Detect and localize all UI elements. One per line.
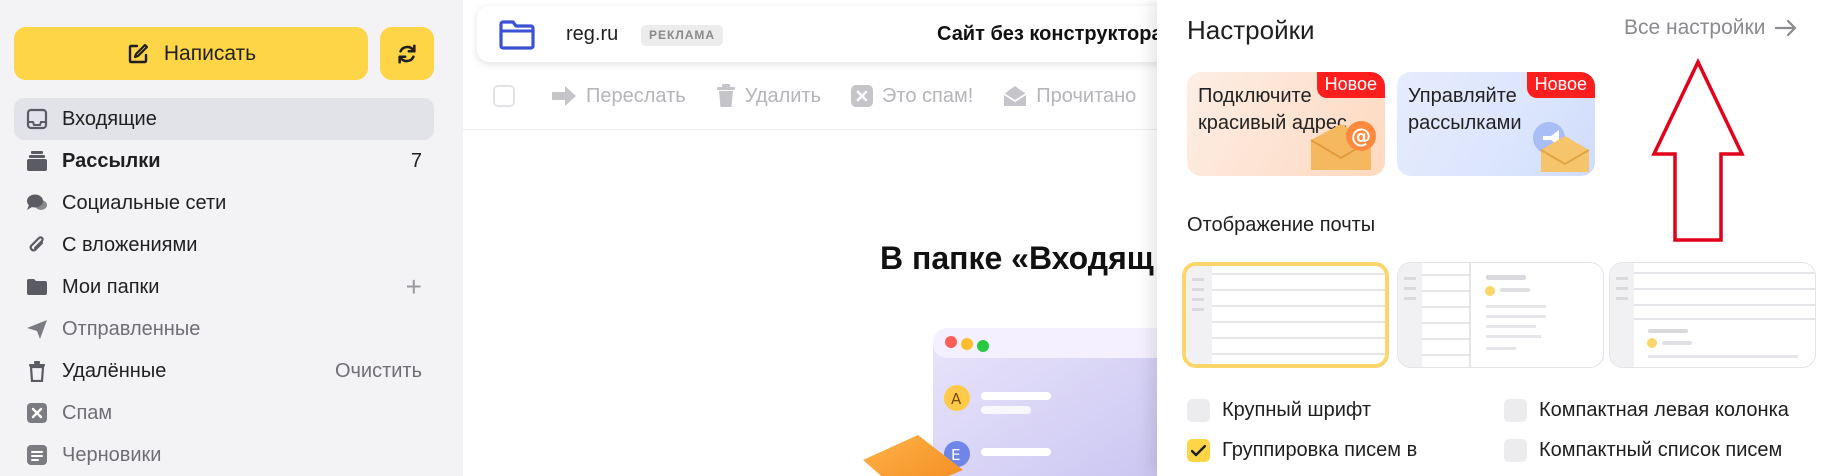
large-font-checkbox[interactable] [1187,399,1210,422]
folder-drafts[interactable]: Черновики [14,434,434,476]
folder-label: Отправленные [62,317,201,340]
sidebar: Написать Входящие Рассылки 7 Социальные … [0,0,463,476]
compact-list-checkbox[interactable] [1504,439,1527,462]
spam-label: Это спам! [882,84,974,107]
folder-my-folders[interactable]: Мои папки + [14,266,434,308]
promo-manage-newsletters[interactable]: Управляйте рассылками Новое [1397,72,1595,176]
folder-list: Входящие Рассылки 7 Социальные сети С вл… [14,98,434,476]
paperclip-icon [26,234,48,256]
svg-text:A: A [951,390,962,408]
option-label: Группировка писем в [1222,439,1418,461]
folder-label: Рассылки [62,149,161,172]
folder-spam[interactable]: Спам [14,392,434,434]
arrow-right-icon [1775,19,1797,37]
compact-left-checkbox[interactable] [1504,399,1527,422]
option-large-font[interactable]: Крупный шрифт [1187,399,1371,422]
folder-label: С вложениями [62,233,198,256]
checkmark-icon [1191,444,1206,456]
option-compact-left-column[interactable]: Компактная левая колонка [1504,399,1789,422]
folder-label: Черновики [62,443,162,466]
compose-label: Написать [163,41,257,65]
ad-banner[interactable]: reg.ru РЕКЛАМА Сайт без конструктора за [477,6,1257,62]
ad-domain[interactable]: reg.ru [566,23,618,46]
ad-text[interactable]: Сайт без конструктора за [937,23,1189,46]
delete-button[interactable]: Удалить [716,84,821,108]
unread-count: 7 [410,149,422,172]
spam-button[interactable]: Это спам! [851,85,973,108]
new-badge: Новое [1526,72,1595,98]
option-label: Компактная левая колонка [1539,399,1789,421]
folder-label: Удалённые [62,359,167,382]
folder-deleted[interactable]: Удалённые Очистить [14,350,434,392]
folder-icon [26,276,48,298]
sent-icon [26,318,48,340]
empty-illustration: A E [863,320,1183,476]
folder-attachments[interactable]: С вложениями [14,224,434,266]
folder-label: Входящие [62,107,157,130]
all-settings-label: Все настройки [1624,16,1766,39]
compose-icon [126,42,150,66]
folder-sent[interactable]: Отправленные [14,308,434,350]
svg-text:E: E [951,446,960,464]
open-envelope-icon [1003,85,1027,107]
social-icon [26,192,48,214]
forward-button[interactable]: Переслать [551,85,686,108]
compose-button[interactable]: Написать [14,27,368,80]
option-label: Крупный шрифт [1222,399,1372,421]
folder-label: Спам [62,401,113,424]
new-badge: Новое [1316,72,1385,98]
all-settings-link[interactable]: Все настройки [1624,16,1797,40]
newsletters-icon [26,150,48,172]
annotation-arrow-up [1650,58,1746,244]
trash-icon [716,84,736,108]
drafts-icon [26,444,48,466]
empty-folder-title: В папке «Входящ [880,240,1154,276]
forward-icon [551,85,577,107]
ad-folder-icon [499,20,535,50]
settings-title: Настройки [1187,15,1315,45]
inbox-icon [26,108,48,130]
layout-option-bottom[interactable] [1609,262,1816,368]
spam-icon [26,402,48,424]
option-label: Компактный список писем [1539,439,1783,461]
forward-label: Переслать [586,84,686,107]
svg-text:@: @ [1351,124,1371,148]
folder-label: Мои папки [62,275,160,298]
delete-label: Удалить [744,84,822,107]
layout-option-list[interactable] [1182,262,1389,368]
select-all-checkbox[interactable] [493,85,515,107]
add-folder-button[interactable]: + [406,266,422,308]
folder-label: Социальные сети [62,191,227,214]
refresh-button[interactable] [380,27,434,80]
option-compact-list[interactable]: Компактный список писем [1504,439,1782,462]
folder-inbox[interactable]: Входящие [14,98,434,140]
layout-option-split[interactable] [1397,262,1604,368]
spam-icon [851,85,874,107]
mark-read-button[interactable]: Прочитано [1003,85,1136,108]
option-grouping[interactable]: Группировка писем в [1187,439,1417,462]
display-section-title: Отображение почты [1187,214,1376,236]
newsletter-envelope-icon [1527,116,1591,174]
ad-badge: РЕКЛАМА [641,25,724,46]
clear-trash-button[interactable]: Очистить [335,350,422,392]
trash-icon [26,360,48,382]
folder-social[interactable]: Социальные сети [14,182,434,224]
mark-read-label: Прочитано [1036,84,1137,107]
grouping-checkbox[interactable] [1187,439,1210,462]
folder-newsletters[interactable]: Рассылки 7 [14,140,434,182]
promo-beautiful-address[interactable]: Подключите красивый адрес Новое @ [1187,72,1385,176]
at-envelope-icon: @ [1307,116,1381,174]
refresh-icon [396,43,418,65]
message-toolbar: Переслать Удалить Это спам! Прочитано [493,82,1166,110]
